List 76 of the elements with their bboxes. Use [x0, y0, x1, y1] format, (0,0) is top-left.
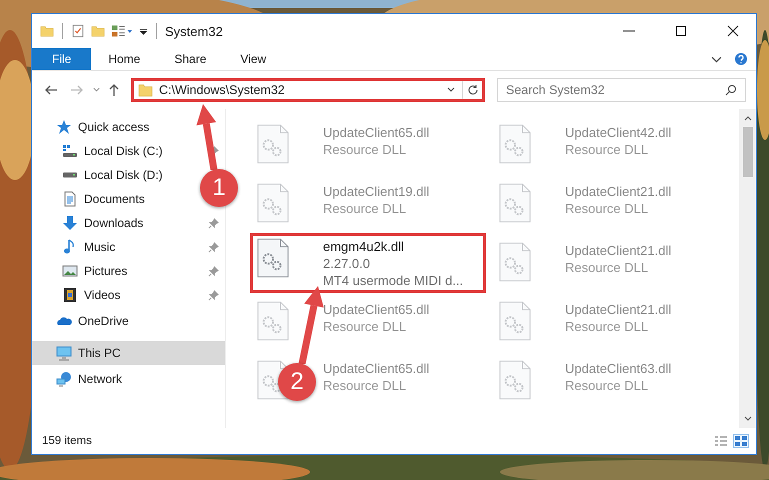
dropdown-icon[interactable]	[139, 26, 148, 36]
item-count: 159 items	[42, 435, 92, 447]
dll-file-icon	[257, 124, 289, 164]
search-icon	[725, 84, 737, 96]
file-detail: MT4 usermode MIDI d...	[323, 272, 464, 289]
dll-file-icon	[257, 301, 289, 341]
recent-dropdown-icon[interactable]	[92, 87, 101, 93]
maximize-icon	[675, 25, 687, 37]
address-path: C:\Windows\System32	[159, 83, 285, 97]
up-icon[interactable]	[109, 83, 119, 97]
ribbon-tab[interactable]: File	[32, 48, 92, 70]
file-detail: 2.27.0.0	[323, 255, 371, 272]
details-view-icon[interactable]	[714, 435, 728, 447]
dll-file-icon	[499, 242, 531, 282]
tiles-view-icon[interactable]	[734, 435, 748, 447]
drive-icon	[62, 172, 78, 178]
file-detail: Resource DLL	[323, 318, 408, 335]
file-detail: Resource DLL	[565, 377, 650, 394]
scroll-up-icon[interactable]	[742, 115, 752, 121]
sidebar-item[interactable]: Local Disk (C:)	[62, 139, 163, 163]
file-detail: Resource DLL	[565, 141, 650, 158]
dropdown-icon[interactable]	[446, 87, 456, 93]
file-name: emgm4u2k.dll	[323, 238, 405, 255]
pin-icon[interactable]	[208, 242, 219, 252]
sidebar-item[interactable]: Downloads	[62, 211, 144, 235]
search-field[interactable]: Search System32	[497, 78, 746, 102]
file-detail: Resource DLL	[565, 200, 650, 217]
sidebar-item[interactable]: Videos	[62, 283, 120, 307]
download-arrow-icon	[62, 215, 78, 231]
dll-file-icon	[499, 360, 531, 400]
properties-icon[interactable]	[71, 23, 85, 39]
sidebar-item[interactable]: Documents	[62, 187, 145, 211]
dll-file-icon	[499, 183, 531, 223]
sidebar-item[interactable]: Quick access	[32, 115, 225, 139]
dll-file-icon	[257, 238, 289, 278]
file-detail: Resource DLL	[323, 141, 408, 158]
scroll-down-icon[interactable]	[742, 416, 752, 422]
sidebar-item[interactable]: This PC	[32, 341, 225, 365]
minimize-icon	[623, 30, 635, 32]
ribbon-tab[interactable]: Share	[157, 48, 224, 70]
star-icon	[56, 119, 72, 135]
file-detail: Resource DLL	[323, 377, 408, 394]
film-icon	[62, 287, 78, 303]
scroll-thumb[interactable]	[742, 127, 752, 177]
monitor-icon	[56, 345, 72, 361]
file-item[interactable]: emgm4u2k.dll 2.27.0.0 MT4 usermode MIDI d...	[250, 233, 486, 293]
ribbon-tab[interactable]: Home	[91, 48, 158, 70]
pin-icon[interactable]	[208, 218, 219, 228]
sidebar-item[interactable]: Network	[32, 367, 225, 391]
back-icon[interactable]	[44, 85, 58, 95]
dll-file-icon	[499, 301, 531, 341]
file-detail: Resource DLL	[565, 318, 650, 335]
sidebar-item[interactable]: Pictures	[62, 259, 128, 283]
scrollbar[interactable]	[739, 109, 756, 428]
customize-icon[interactable]	[111, 23, 133, 39]
file-detail: Resource DLL	[323, 200, 408, 217]
file-detail: Resource DLL	[565, 259, 650, 276]
expand-ribbon-icon[interactable]	[711, 56, 722, 62]
document-icon	[62, 191, 78, 207]
folder-icon	[138, 84, 153, 96]
window-title: System32	[165, 24, 223, 38]
sidebar-item[interactable]: Local Disk (D:)	[62, 163, 163, 187]
picture-icon	[62, 263, 78, 279]
dll-file-icon	[257, 183, 289, 223]
pin-icon[interactable]	[208, 290, 219, 300]
help-icon[interactable]	[734, 52, 748, 66]
dll-file-icon	[499, 124, 531, 164]
address-bar[interactable]: C:\Windows\System32	[131, 78, 485, 102]
close-icon	[727, 25, 739, 37]
refresh-icon	[466, 84, 478, 96]
sidebar-item[interactable]: Music	[62, 235, 116, 259]
network-icon	[56, 371, 72, 387]
sidebar-item[interactable]: OneDrive	[32, 309, 225, 333]
pin-icon[interactable]	[208, 266, 219, 276]
drive-icon	[62, 143, 78, 159]
ribbon-tab[interactable]: View	[223, 48, 284, 70]
